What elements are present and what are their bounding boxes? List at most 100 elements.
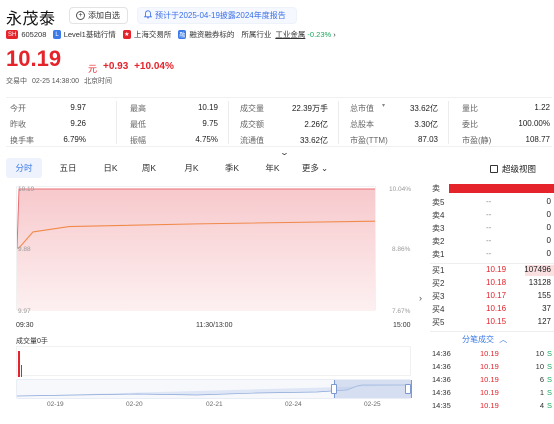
order-label: 卖4 [432, 211, 445, 220]
trade-vol: 10 [535, 349, 544, 358]
order-vol: 107496 [524, 265, 551, 274]
trade-side: S [546, 375, 552, 384]
tab-7[interactable]: 更多 ⌄ [293, 158, 337, 178]
buy-orders: 买1 10.19 107496 买2 10.18 13128 买3 10.17 155 买4 10.… [428, 264, 554, 330]
industry-name[interactable]: 工业金属 [275, 30, 305, 39]
time-close: 15:00 [393, 322, 411, 329]
order-price: -- [486, 197, 492, 206]
order-price: -- [486, 249, 492, 258]
plus-icon: + [76, 11, 85, 20]
stat-value: 10.19 [197, 103, 218, 112]
intraday-chart-svg [16, 188, 376, 311]
stats-separator [448, 101, 449, 144]
trade-side: S [546, 401, 552, 410]
stat-label: 总股本 [350, 120, 374, 129]
add-watchlist-button[interactable]: + 添加自选 [69, 7, 128, 24]
market-cap-dropdown-icon[interactable]: ▾ [382, 102, 385, 109]
super-view-label: 超级视图 [502, 164, 537, 174]
trade-price: 10.19 [480, 388, 499, 397]
order-label: 卖3 [432, 224, 445, 233]
collapse-panel-icon[interactable]: › [419, 293, 422, 303]
tab-4[interactable]: 月K [171, 158, 212, 178]
tab-label: 周K [141, 163, 157, 173]
report-notice-button[interactable]: 预计于2025-04-19披露2024年度报告 [137, 7, 297, 24]
stat-label: 总市值 [350, 104, 374, 113]
tab-0[interactable]: 分时 [6, 158, 42, 178]
tab-1[interactable]: 五日 [42, 158, 94, 178]
current-price: 10.19 [6, 46, 62, 71]
order-vol: 13128 [528, 278, 551, 287]
status-timezone: 北京时间 [84, 78, 113, 85]
stat-value: 22.39万手 [291, 104, 328, 113]
trade-row: 14:36 10.19 10 S [428, 348, 554, 361]
stat-label: 量比 [462, 104, 478, 113]
tab-5[interactable]: 季K [212, 158, 252, 178]
trade-ticks-toggle[interactable]: 分笔成交 ︿ [462, 334, 507, 345]
trade-time: 14:36 [432, 349, 451, 358]
bell-icon [143, 10, 153, 21]
level-label: Level1基础行情 [63, 30, 116, 39]
intraday-chart[interactable] [16, 186, 376, 311]
volume-bar [18, 351, 20, 377]
trade-vol: 6 [539, 375, 544, 384]
order-price: 10.15 [486, 317, 507, 326]
range-handle-left[interactable] [331, 384, 337, 394]
stat-value: 1.22 [534, 103, 550, 112]
trade-vol: 4 [539, 401, 544, 410]
price-change: +0.93 +10.04% [103, 61, 174, 72]
tab-6[interactable]: 年K [252, 158, 293, 178]
super-view-button[interactable]: 超级视图 [490, 163, 536, 175]
stat-label: 市盈(TTM) [350, 136, 388, 145]
level1-icon: L [53, 30, 61, 39]
range-handle-right[interactable] [405, 384, 411, 394]
price-unit: 元 [88, 64, 98, 74]
sell-row: 卖2 -- 0 [428, 235, 554, 248]
stat-label: 成交量 [240, 104, 264, 113]
status-text: 交易中 [6, 78, 27, 85]
tab-label: 更多 [301, 163, 319, 173]
sell-row: 卖5 -- 0 [428, 196, 554, 209]
stats-separator [228, 101, 229, 144]
tab-label: 日K [103, 163, 118, 173]
trade-ticks-title: 分笔成交 [462, 335, 494, 344]
trade-time: 14:36 [432, 362, 451, 371]
order-label: 卖2 [432, 237, 445, 246]
order-vol: 0 [546, 223, 551, 232]
chevron-down-icon[interactable]: ⌄ [279, 148, 289, 157]
quote-stats-table: 今开 9.97 最高 10.19 成交量 22.39万手 总市值 33.62亿 量比 1.22 昨收… [6, 97, 552, 147]
order-price: -- [486, 236, 492, 245]
volume-chart [16, 346, 411, 377]
trade-row: 14:35 10.19 4 S [428, 400, 554, 413]
exchange-label: 上海交易所 [133, 30, 172, 39]
date-range-slider[interactable] [16, 379, 412, 399]
change-percent: +10.04% [134, 61, 174, 72]
tab-2[interactable]: 日K [94, 158, 127, 178]
stat-value: 2.26亿 [304, 120, 328, 129]
stat-label: 换手率 [10, 136, 34, 145]
stat-label: 最高 [130, 104, 146, 113]
industry-link[interactable]: 工业金属 -0.23% › [275, 29, 335, 40]
order-label: 买5 [432, 318, 445, 327]
expand-icon [490, 165, 498, 173]
stats-row: 昨收 9.26 最低 9.75 成交额 2.26亿 总股本 3.30亿 委比 100.00% [6, 115, 552, 131]
order-price: -- [486, 223, 492, 232]
industry-label: 所属行业 [241, 30, 272, 39]
y-right-bottom: 7.67% [392, 308, 411, 315]
order-price: 10.16 [486, 304, 507, 313]
buy-row: 买2 10.18 13128 [428, 277, 554, 290]
stats-row: 今开 9.97 最高 10.19 成交量 22.39万手 总市值 33.62亿 量比 1.22 [6, 99, 552, 115]
trade-status: 交易中 02-25 14:38:00 北京时间 [6, 76, 112, 86]
order-price: 10.19 [486, 265, 507, 274]
date-label: 02-20 [126, 401, 143, 408]
stat-value: 9.26 [70, 119, 86, 128]
tab-3[interactable]: 周K [127, 158, 171, 178]
trade-vol: 10 [535, 362, 544, 371]
order-price: 10.18 [486, 278, 507, 287]
chevron-down-icon: ⌄ [320, 162, 329, 173]
stat-label: 委比 [462, 120, 478, 129]
stat-label: 成交额 [240, 120, 264, 129]
buy-row: 买4 10.16 37 [428, 303, 554, 316]
stock-meta-row: SH 605208 L Level1基础行情 ★ 上海交易所 融 融资融券标的 … [6, 29, 343, 40]
range-selection[interactable] [334, 380, 412, 398]
margin-label: 融资融券标的 [189, 30, 235, 39]
